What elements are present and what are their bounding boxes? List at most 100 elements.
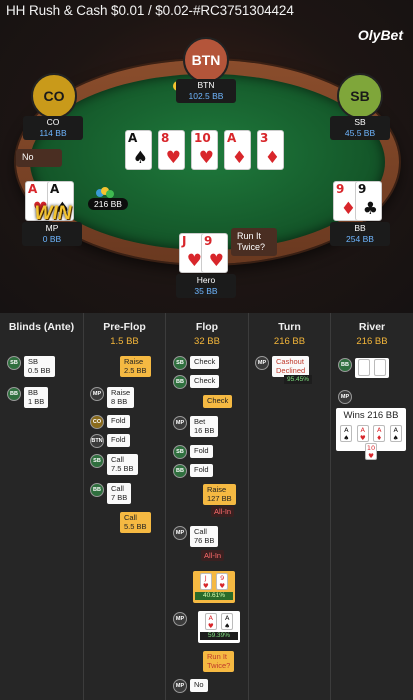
col-flop-header: Flop: [195, 321, 219, 333]
win-cards: A ♠ A ♥ A ♦ A ♠ 10 ♥: [336, 425, 406, 461]
mini-card: 9 ♥: [216, 573, 229, 590]
win-text: Wins 216 BB: [343, 410, 399, 421]
col-turn-pot: 216 BB: [273, 336, 306, 347]
col-turn-header: Turn: [278, 321, 301, 333]
player-btn-icon: BTN: [90, 434, 104, 448]
seat-bb-card-2: 9 ♣: [355, 181, 382, 221]
player-co-icon: CO: [90, 415, 104, 429]
seat-btn-name: BTN: [197, 80, 215, 90]
preflop-action-7: Call 5.5 BB: [120, 512, 151, 533]
hero-card-2: 9 ♥: [201, 233, 228, 273]
player-sb-icon: SB: [7, 356, 21, 370]
flop-showdown-mp-cards: A ♥ A ♠ 59.39%: [198, 611, 240, 643]
seat-mp-name: MP: [45, 223, 59, 233]
preflop-action-4: BTN Fold: [90, 434, 130, 448]
mini-card: A ♥: [204, 613, 217, 630]
blinds-sb: SB SB 0.5 BB: [7, 356, 55, 377]
hero-stack: 35 BB: [194, 286, 218, 296]
col-blinds-header: Blinds (Ante): [8, 321, 75, 333]
flop-action-2: BB Check: [173, 375, 220, 389]
player-bb-icon: BB: [173, 464, 187, 478]
board-card-3: 10 ♥: [191, 130, 218, 170]
player-mp-icon: MP: [255, 356, 269, 370]
col-river-header: River: [358, 321, 386, 333]
board-card-4: A ♦: [224, 130, 251, 170]
flop-action-3: Check: [203, 395, 233, 408]
table-view: HH Rush & Cash $0.01 / $0.02-#RC37513044…: [0, 0, 413, 313]
preflop-action-1: Raise 2.5 BB: [120, 356, 151, 377]
player-mp-icon: MP: [90, 387, 104, 401]
seat-btn-stack: 102.5 BB: [188, 91, 224, 101]
seat-mp-action: No: [16, 149, 62, 167]
player-bb-icon: BB: [90, 483, 104, 497]
flop-showdown-hero: J ♥ 9 ♥ 40.61%: [193, 571, 235, 603]
mini-card: A ♥: [356, 425, 369, 442]
flop-action-no: MP No: [173, 679, 208, 693]
river-bb: BB: [338, 358, 390, 378]
preflop-action-3: CO Fold: [90, 415, 130, 429]
seat-sb-avatar[interactable]: SB: [337, 73, 383, 119]
flop-action-4: MP Bet 16 BB: [173, 416, 219, 437]
flop-allin-tag-2: All-In: [201, 550, 225, 561]
win-badge: WIN: [34, 203, 72, 224]
seat-co-avatar[interactable]: CO: [31, 73, 77, 119]
player-mp-icon: MP: [173, 416, 187, 430]
player-bb-icon: BB: [338, 358, 352, 372]
col-preflop-header: Pre-Flop: [103, 321, 146, 333]
flop-action-7: Raise 127 BB: [203, 484, 236, 505]
player-sb-icon: SB: [173, 356, 187, 370]
mini-card: A ♠: [389, 425, 402, 442]
river-mp: MP: [338, 390, 355, 404]
seat-btn-avatar[interactable]: BTN: [183, 37, 229, 83]
hero-name: Hero: [196, 275, 216, 285]
seat-sb-stack: 45.5 BB: [344, 128, 376, 138]
hero-action: Run It Twice?: [231, 228, 277, 256]
turn-action-1: MP Cashout Declined: [255, 356, 310, 377]
player-bb-icon: BB: [173, 375, 187, 389]
player-mp-icon: MP: [173, 612, 187, 626]
brand-logo: OlyBet: [357, 27, 403, 43]
river-win-box: Wins 216 BB A ♠ A ♥ A ♦ A ♠ 10 ♥: [336, 408, 406, 460]
player-sb-icon: SB: [90, 454, 104, 468]
col-flop-pot: 32 BB: [194, 336, 220, 347]
board-card-1: A ♠: [125, 130, 152, 170]
flop-showdown-mp: MP: [173, 612, 190, 626]
hand-title: HH Rush & Cash $0.01 / $0.02-#RC37513044…: [6, 3, 294, 18]
seat-sb-name: SB: [354, 117, 366, 127]
mini-card: 10 ♥: [365, 443, 377, 460]
flop-allin-tag-1: All-In: [211, 506, 235, 517]
flop-action-1: SB Check: [173, 356, 220, 370]
board-card-5: 3 ♦: [257, 130, 284, 170]
equity-hero: 40.61%: [195, 592, 233, 600]
preflop-action-5: SB Call 7.5 BB: [90, 454, 138, 475]
player-bb-icon: BB: [7, 387, 21, 401]
flop-action-runit: Run It Twice?: [203, 651, 235, 672]
seat-bb-stack: 254 BB: [346, 234, 374, 244]
mini-card: J ♥: [199, 573, 212, 590]
seat-co-name: CO: [46, 117, 60, 127]
mini-card: A ♦: [373, 425, 386, 442]
col-preflop-pot: 1.5 BB: [110, 336, 139, 347]
player-sb-icon: SB: [173, 445, 187, 459]
card-back: [374, 359, 387, 376]
pot-amount: 216 BB: [88, 198, 128, 210]
turn-cashout-pct: 95.45%: [284, 375, 313, 384]
player-mp-icon: MP: [173, 679, 187, 693]
river-bb-cards: [355, 358, 390, 378]
player-mp-icon: MP: [173, 526, 187, 540]
seat-bb-name: BB: [354, 223, 366, 233]
card-back: [358, 359, 370, 376]
preflop-action-6: BB Call 7 BB: [90, 483, 132, 504]
flop-action-5: SB Fold: [173, 445, 213, 459]
mini-card: A ♠: [340, 425, 353, 442]
col-river-pot: 216 BB: [356, 336, 388, 347]
equity-mp: 59.39%: [200, 632, 238, 640]
preflop-action-2: MP Raise 8 BB: [90, 387, 135, 408]
blinds-bb: BB BB 1 BB: [7, 387, 49, 408]
board-card-2: 8 ♥: [158, 130, 185, 170]
seat-mp-stack: 0 BB: [42, 234, 62, 244]
mini-card: A ♠: [221, 613, 234, 630]
flop-action-6: BB Fold: [173, 464, 213, 478]
seat-co-stack: 114 BB: [39, 128, 67, 138]
chip-stack-icon: [95, 186, 115, 198]
